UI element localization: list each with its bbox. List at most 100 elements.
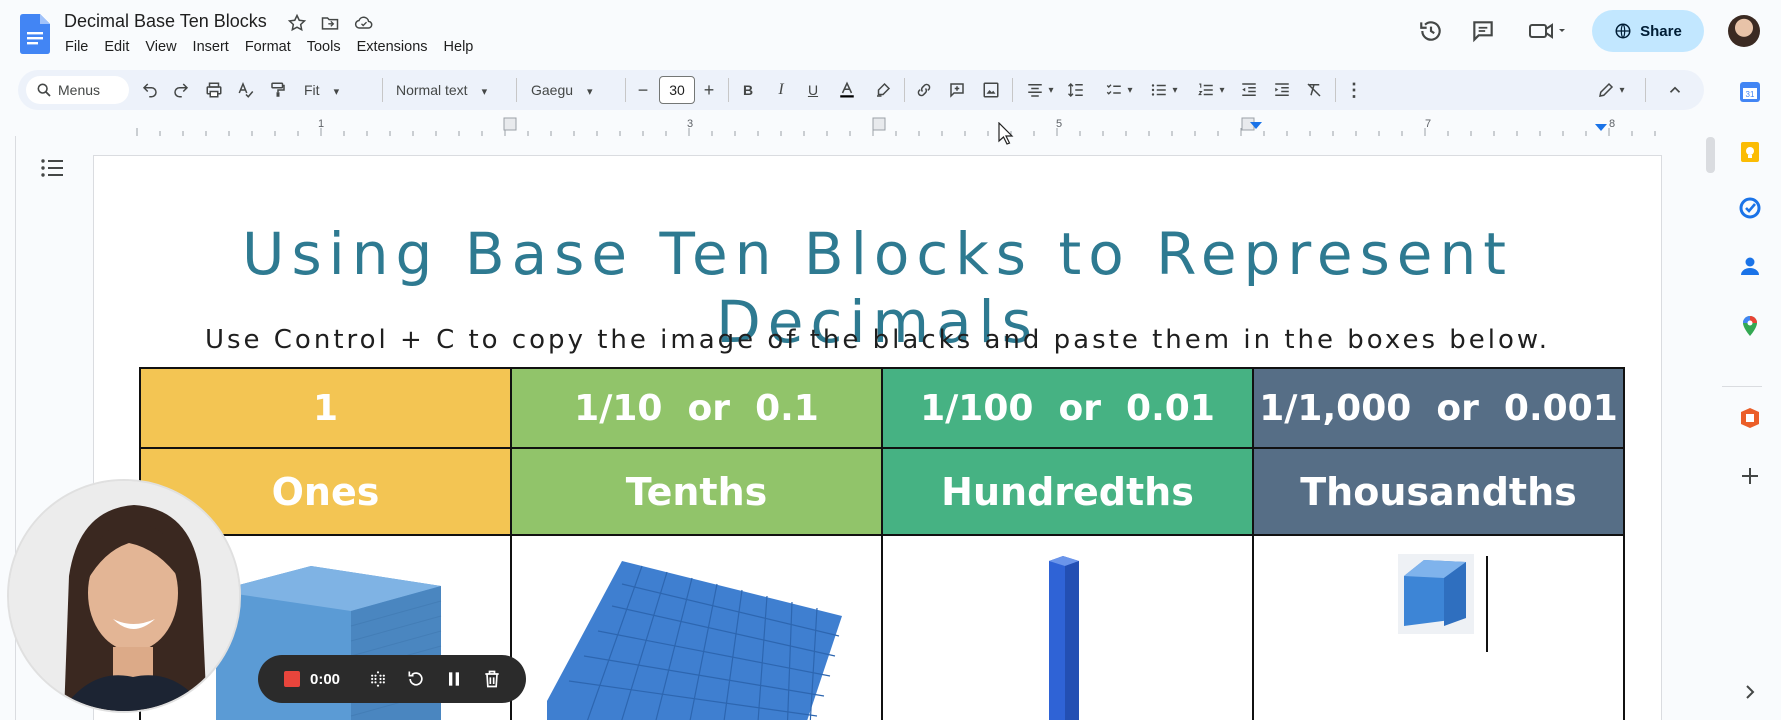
webcam-bubble[interactable]	[7, 479, 241, 713]
bulleted-list-button[interactable]: ▾	[1145, 78, 1183, 102]
page-instruction[interactable]: Use Control + C to copy the image of the…	[93, 325, 1662, 355]
menu-tools[interactable]: Tools	[306, 39, 342, 55]
contacts-icon[interactable]	[1738, 254, 1762, 278]
menu-insert[interactable]: Insert	[192, 39, 230, 55]
checklist-icon	[1107, 84, 1122, 95]
add-addon-icon[interactable]	[1738, 464, 1762, 488]
ruler-label: 7	[1425, 118, 1431, 130]
text-color-icon	[840, 81, 854, 98]
toolbar-divider	[625, 78, 626, 102]
text-color-button[interactable]	[836, 78, 858, 102]
undo-button[interactable]	[139, 78, 161, 102]
column-marker[interactable]	[503, 117, 517, 131]
more-options-button[interactable]: ⋮	[1343, 78, 1365, 102]
version-history-icon[interactable]	[1418, 18, 1444, 44]
decrease-font-size-button[interactable]: −	[635, 78, 651, 102]
spellcheck-icon	[238, 82, 254, 98]
horizontal-ruler[interactable]: 1 3 5 7 8	[94, 114, 1660, 136]
meet-icon[interactable]	[1528, 18, 1568, 44]
insert-link-button[interactable]	[913, 78, 935, 102]
table-cell-tenths-image[interactable]	[510, 534, 883, 720]
font-select[interactable]: Gaegu	[531, 78, 617, 102]
paragraph-style-select[interactable]: Normal text	[396, 78, 504, 102]
share-button[interactable]: Share	[1592, 10, 1704, 52]
bold-button[interactable]: B	[738, 78, 758, 102]
clear-formatting-button[interactable]	[1303, 78, 1325, 102]
font-size-input[interactable]: 30	[659, 76, 695, 104]
table-cell-hundredths-image[interactable]	[881, 534, 1254, 720]
undo-icon	[142, 83, 157, 98]
table-cell-thousandths-name[interactable]: Thousandths	[1252, 447, 1625, 536]
chevron-up-icon	[1669, 86, 1681, 93]
table-cell-hundredths-name[interactable]: Hundredths	[881, 447, 1254, 536]
flat-hundred-image[interactable]	[512, 536, 881, 720]
table-cell-tenths-name[interactable]: Tenths	[510, 447, 883, 536]
move-folder-icon[interactable]	[320, 13, 340, 33]
document-title[interactable]: Decimal Base Ten Blocks	[64, 11, 267, 32]
ruler-label: 3	[687, 118, 693, 130]
increase-indent-button[interactable]	[1271, 78, 1293, 102]
restart-icon[interactable]	[406, 669, 426, 689]
add-comment-button[interactable]	[946, 78, 968, 102]
menu-view[interactable]: View	[144, 39, 177, 55]
column-marker[interactable]	[872, 117, 886, 131]
keep-icon[interactable]	[1738, 140, 1762, 164]
menu-file[interactable]: File	[64, 39, 89, 55]
maps-icon[interactable]	[1738, 314, 1762, 338]
unit-cube-image[interactable]	[1254, 536, 1623, 720]
drag-handle-icon[interactable]	[368, 669, 388, 689]
zoom-select[interactable]: Fit	[304, 78, 370, 102]
redo-icon	[174, 83, 189, 98]
editing-mode-button[interactable]: ▾	[1590, 78, 1632, 102]
spellcheck-button[interactable]	[235, 78, 257, 102]
calendar-icon[interactable]: 31	[1738, 80, 1762, 104]
scrollbar-thumb[interactable]	[1706, 137, 1715, 173]
chevron-right-icon[interactable]	[1738, 680, 1762, 704]
cloud-saved-icon[interactable]	[354, 13, 374, 33]
text-cursor	[1486, 556, 1488, 652]
highlight-button[interactable]	[872, 78, 894, 102]
pause-icon[interactable]	[444, 669, 464, 689]
ruler-label: 8	[1609, 118, 1615, 130]
menu-edit[interactable]: Edit	[103, 39, 130, 55]
trash-icon[interactable]	[482, 669, 502, 689]
menu-bar: File Edit View Insert Format Tools Exten…	[64, 39, 474, 55]
decrease-indent-button[interactable]	[1238, 78, 1260, 102]
menu-help[interactable]: Help	[443, 39, 475, 55]
table-cell-hundredths-value[interactable]: 1/100 or 0.01	[881, 367, 1254, 449]
link-icon	[917, 83, 931, 97]
tasks-icon[interactable]	[1738, 196, 1762, 220]
star-icon[interactable]	[287, 13, 307, 33]
clear-formatting-icon	[1307, 83, 1321, 97]
google-docs-icon[interactable]	[20, 14, 50, 54]
menus-search[interactable]: Menus	[26, 76, 129, 104]
document-outline-icon[interactable]	[40, 158, 64, 178]
table-cell-thousandths-image[interactable]	[1252, 534, 1625, 720]
table-cell-ones-value[interactable]: 1	[139, 367, 512, 449]
redo-button[interactable]	[170, 78, 192, 102]
increase-font-size-button[interactable]: +	[700, 78, 718, 102]
menu-format[interactable]: Format	[244, 39, 292, 55]
hide-menus-button[interactable]	[1664, 78, 1686, 102]
insert-image-button[interactable]	[980, 78, 1002, 102]
line-spacing-button[interactable]	[1065, 78, 1087, 102]
checklist-button[interactable]: ▾	[1100, 78, 1138, 102]
table-cell-thousandths-value[interactable]: 1/1,000 or 0.001	[1252, 367, 1625, 449]
stop-recording-button[interactable]	[284, 671, 300, 687]
italic-button[interactable]: I	[771, 78, 791, 102]
increase-indent-icon	[1275, 83, 1289, 96]
menu-extensions[interactable]: Extensions	[356, 39, 429, 55]
paint-format-button[interactable]	[267, 78, 289, 102]
font-value: Gaegu	[531, 82, 593, 98]
account-avatar[interactable]	[1728, 15, 1760, 47]
align-button[interactable]: ▾	[1022, 78, 1058, 102]
comments-icon[interactable]	[1470, 18, 1496, 44]
rod-ten-image[interactable]	[883, 536, 1252, 720]
recording-time: 0:00	[310, 670, 341, 688]
table-cell-tenths-value[interactable]: 1/10 or 0.1	[510, 367, 883, 449]
numbered-list-button[interactable]: ▾	[1192, 78, 1230, 102]
underline-button[interactable]: U	[803, 78, 823, 102]
office-addon-icon[interactable]	[1738, 406, 1762, 430]
print-button[interactable]	[203, 78, 225, 102]
print-icon	[206, 82, 222, 98]
